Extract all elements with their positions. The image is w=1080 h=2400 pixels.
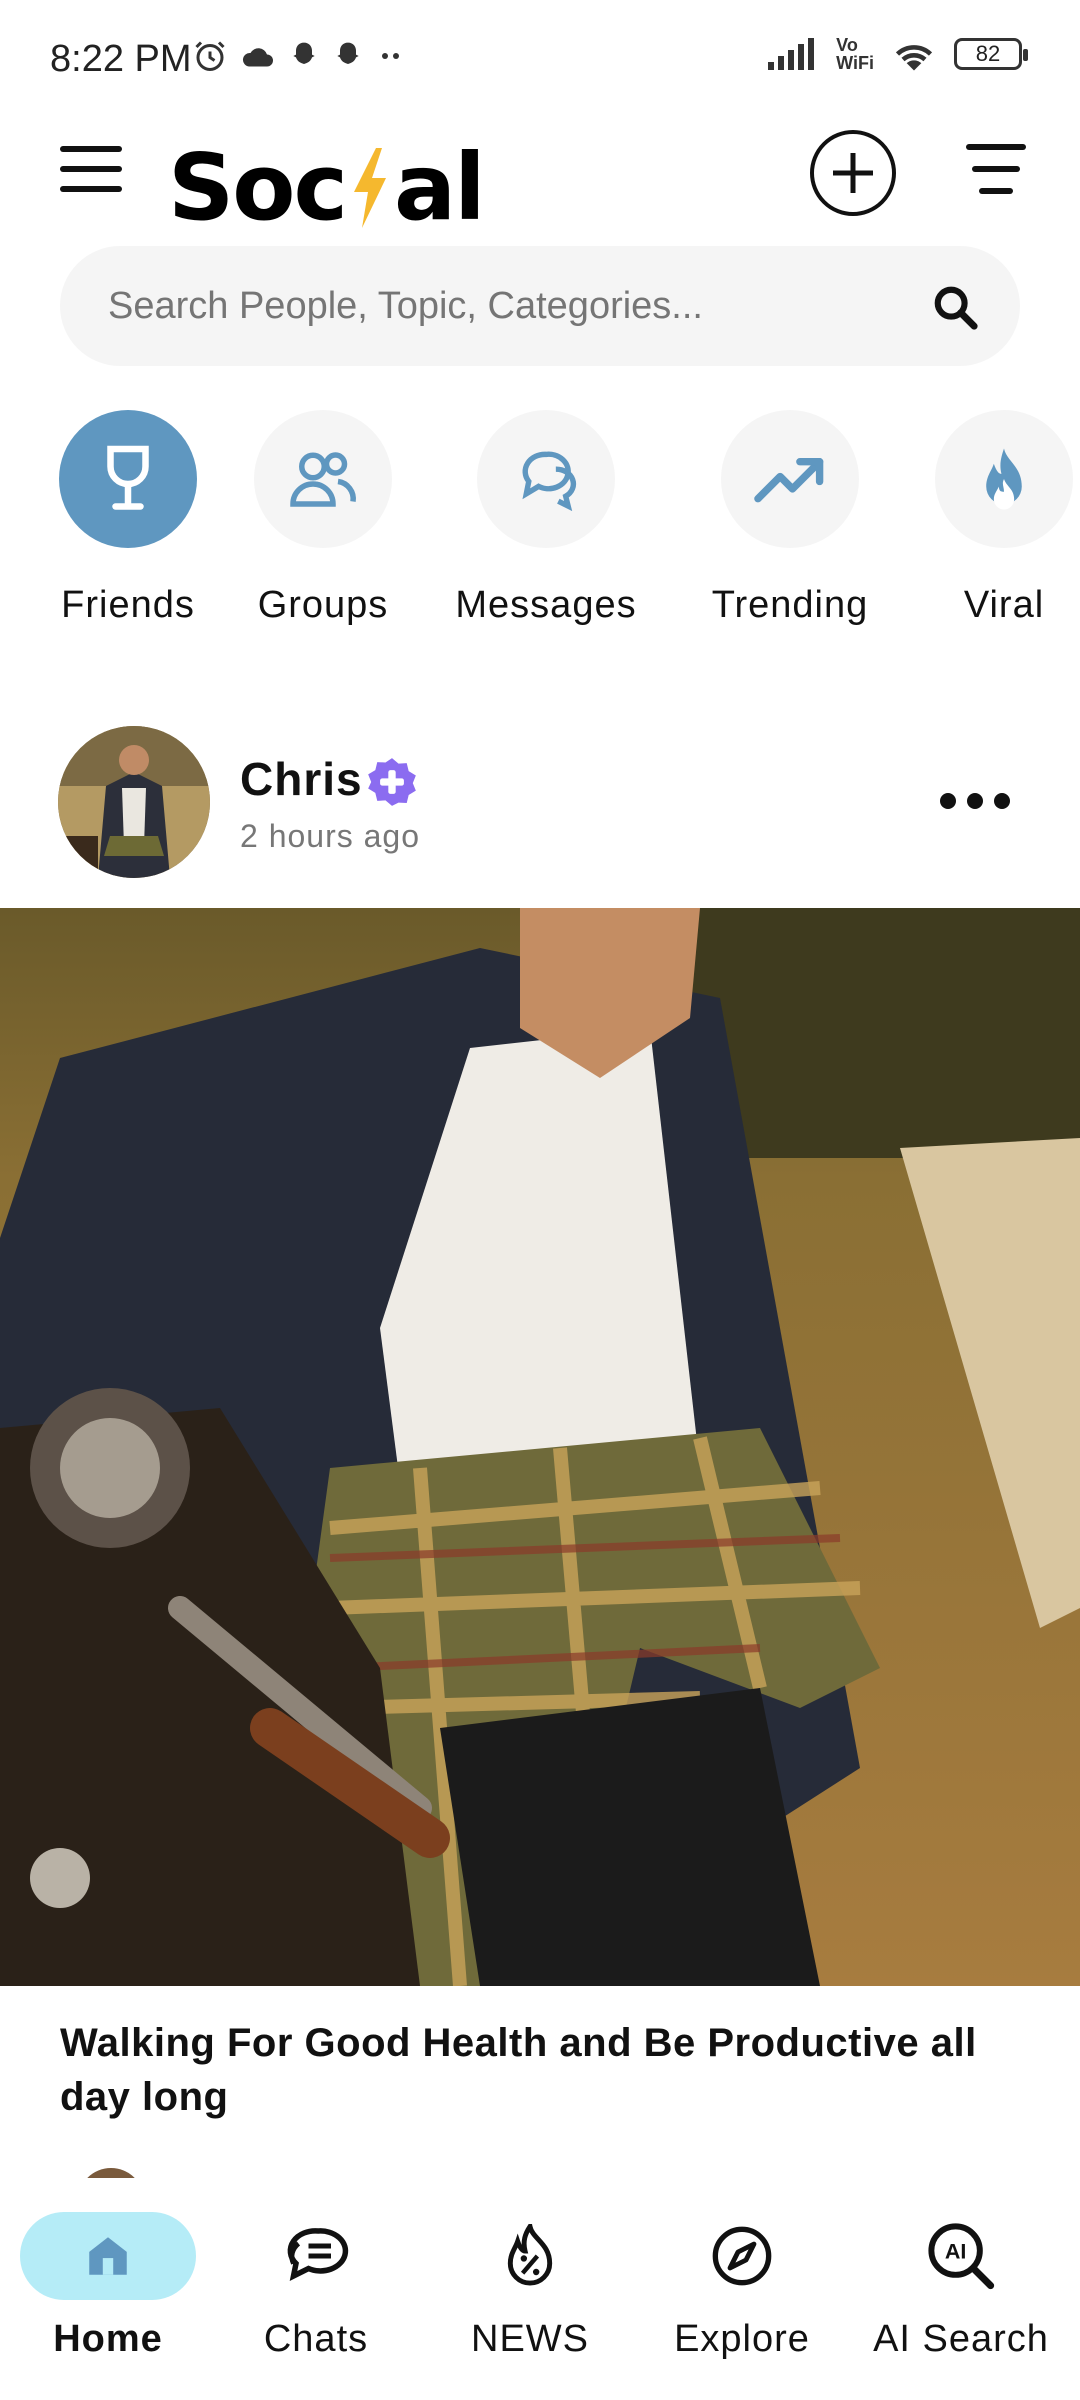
nav-label: Home bbox=[53, 2318, 163, 2360]
vowifi-indicator: Vo WiFi bbox=[836, 35, 874, 73]
post-author-name[interactable]: Chris bbox=[240, 752, 363, 806]
search-bar bbox=[60, 246, 1020, 366]
post-options-button[interactable] bbox=[940, 786, 1010, 816]
chat-bubbles-icon bbox=[522, 451, 577, 511]
search-icon[interactable] bbox=[932, 284, 978, 330]
snapchat-icon-2 bbox=[337, 42, 359, 64]
category-label: Trending bbox=[711, 584, 869, 626]
nav-label: Chats bbox=[263, 2318, 369, 2360]
post-photo bbox=[0, 908, 1080, 1986]
glass-icon bbox=[107, 445, 149, 510]
verified-badge-icon bbox=[368, 758, 416, 806]
ai-search-icon: AI bbox=[928, 2223, 995, 2290]
menu-button[interactable] bbox=[60, 146, 122, 198]
svg-text:AI: AI bbox=[945, 2240, 967, 2264]
users-icon bbox=[290, 452, 356, 507]
category-label: Messages bbox=[455, 584, 637, 626]
category-viral[interactable]: Viral bbox=[934, 410, 1074, 627]
nav-chats[interactable]: Chats bbox=[208, 2178, 424, 2400]
post-timestamp: 2 hours ago bbox=[240, 818, 421, 854]
category-groups[interactable]: Groups bbox=[250, 410, 396, 627]
fire-icon bbox=[986, 448, 1022, 510]
nav-label: NEWS bbox=[471, 2318, 589, 2360]
home-icon bbox=[89, 2237, 127, 2275]
nav-news[interactable]: NEWS bbox=[422, 2178, 638, 2400]
nav-home[interactable]: Home bbox=[0, 2178, 216, 2400]
category-friends[interactable]: Friends bbox=[58, 410, 198, 627]
signal-icon bbox=[768, 38, 815, 70]
alarm-icon bbox=[195, 41, 225, 71]
post-title[interactable]: Walking For Good Health and Be Productiv… bbox=[60, 2016, 1020, 2124]
category-label: Viral bbox=[963, 584, 1045, 626]
category-trending[interactable]: Trending bbox=[700, 410, 880, 627]
nav-label: AI Search bbox=[873, 2318, 1049, 2360]
fire-percent-icon bbox=[507, 2224, 553, 2286]
snapchat-icon bbox=[293, 42, 315, 64]
bottom-navigation: Home Chats NEWS Explore AI AI Search bbox=[0, 2178, 1080, 2400]
status-system-icons: Vo WiFi 82 bbox=[768, 35, 1028, 73]
chat-icon bbox=[287, 2228, 349, 2281]
post-header: Chris 2 hours ago bbox=[0, 726, 1080, 886]
filter-button[interactable] bbox=[964, 144, 1028, 202]
category-label: Friends bbox=[61, 584, 195, 626]
category-strip: Friends Groups Messages Trending Viral bbox=[0, 410, 1080, 650]
battery-indicator: 82 bbox=[954, 38, 1028, 70]
category-messages[interactable]: Messages bbox=[448, 410, 644, 627]
nav-label: Explore bbox=[674, 2318, 810, 2360]
post-image[interactable] bbox=[0, 908, 1080, 1986]
add-post-button[interactable] bbox=[810, 130, 896, 216]
avatar-image bbox=[58, 726, 210, 878]
status-time: 8:22 PM bbox=[50, 38, 192, 80]
menu-icon-line bbox=[60, 146, 122, 152]
nav-explore[interactable]: Explore bbox=[634, 2178, 850, 2400]
status-notification-icons bbox=[192, 38, 404, 74]
app-logo: Soc al bbox=[168, 134, 486, 241]
search-input[interactable] bbox=[108, 246, 888, 366]
lightning-bolt-icon bbox=[354, 147, 386, 228]
cloud-icon bbox=[242, 48, 273, 67]
wifi-icon bbox=[895, 45, 933, 71]
trending-up-icon bbox=[754, 458, 824, 503]
more-notifications-icon bbox=[382, 53, 399, 59]
status-bar: 8:22 PM Vo WiFi 82 bbox=[0, 0, 1080, 120]
category-label: Groups bbox=[257, 584, 389, 626]
compass-icon bbox=[712, 2226, 772, 2286]
app-header: Soc al bbox=[0, 130, 1080, 241]
nav-ai-search[interactable]: AI AI Search bbox=[846, 2178, 1076, 2400]
avatar[interactable] bbox=[58, 726, 210, 878]
